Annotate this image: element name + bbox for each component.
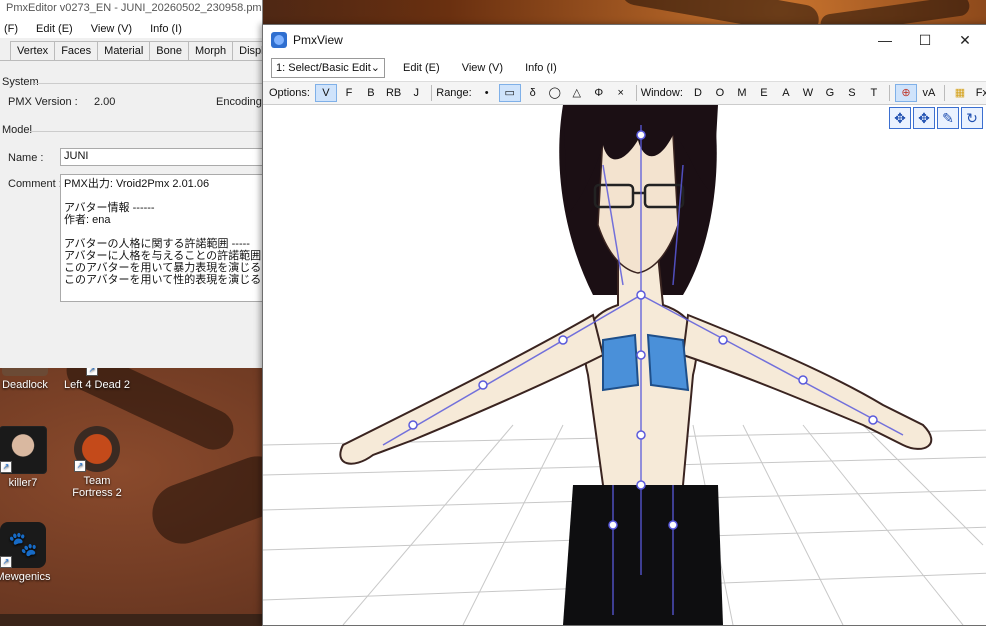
model-top-left [602, 333, 640, 392]
desktop-icon-label: Team Fortress 2 [72, 475, 122, 499]
toolbar-separator [943, 85, 945, 101]
chevron-down-icon: ⌄ [370, 62, 380, 74]
team-fortress-2-icon: ↗ [74, 426, 120, 472]
va-button[interactable]: vA [919, 84, 939, 102]
pmxeditor-title: PmxEditor v0273_EN - JUNI_20260502_23095… [0, 0, 262, 20]
option-joint-button[interactable]: J [406, 84, 426, 102]
crosshair-icon[interactable]: ⊕ [894, 84, 917, 102]
option-vertex-button[interactable]: V [314, 84, 337, 102]
desktop-icon-label: Deadlock [2, 379, 48, 391]
menu-file[interactable]: (F) [4, 23, 18, 35]
menu-edit[interactable]: Edit (E) [36, 23, 73, 35]
menu-info[interactable]: Info (I) [521, 62, 561, 74]
tab-display[interactable]: Display [232, 41, 262, 60]
viewport-scene [263, 105, 986, 625]
comment-label: Comment : [8, 178, 62, 190]
name-label: Name : [8, 152, 44, 164]
system-group-label: System [2, 76, 39, 88]
model-pants [563, 485, 723, 625]
window-d-button[interactable]: D [688, 84, 708, 102]
close-icon[interactable]: ✕ [945, 32, 985, 49]
desktop-icon-left4dead2[interactable]: ↗ Left 4 Dead 2 [62, 364, 132, 391]
toolbar-separator [635, 85, 637, 101]
desktop-icon-killer7[interactable]: ↗ killer7 [0, 426, 58, 489]
option-rigidbody-button[interactable]: RB [383, 84, 404, 102]
pmxview-toolbar: Options: V F B RB J Range: • ▭ δ ◯ △ Φ ×… [263, 81, 986, 105]
range-phi-button[interactable]: Φ [589, 84, 609, 102]
rotate-icon[interactable]: ↻ [961, 107, 983, 129]
desktop-icon-label: Mewgenics [0, 571, 51, 583]
options-label: Options: [269, 87, 310, 99]
window-a-button[interactable]: A [776, 84, 796, 102]
tab-material[interactable]: Material [97, 41, 151, 60]
window-g-button[interactable]: G [820, 84, 840, 102]
window-e-button[interactable]: E [754, 84, 774, 102]
option-bone-button[interactable]: B [361, 84, 381, 102]
pmxeditor-tabs: Vertex Faces Material Bone Morph Display [0, 38, 262, 61]
model-comment-textarea[interactable]: PMX出力: Vroid2Pmx 2.01.06 アバター情報 ------ 作… [60, 174, 262, 302]
desktop-icon-label: killer7 [8, 477, 38, 489]
pmxview-titlebar: PmxView — ☐ ✕ [263, 25, 986, 55]
window-m-button[interactable]: M [732, 84, 752, 102]
fx-button[interactable]: Fx [972, 84, 986, 102]
range-delta-button[interactable]: δ [523, 84, 543, 102]
range-rect-button[interactable]: ▭ [498, 84, 521, 102]
tab-vertex[interactable]: Vertex [10, 41, 56, 60]
grid-color-icon[interactable]: ▦ [950, 84, 970, 102]
divider [34, 83, 262, 84]
pmx-version-value: 2.00 [94, 96, 116, 108]
window-s-button[interactable]: S [842, 84, 862, 102]
range-label: Range: [436, 87, 472, 99]
window-o-button[interactable]: O [710, 84, 730, 102]
pmxeditor-window: PmxEditor v0273_EN - JUNI_20260502_23095… [0, 0, 263, 368]
desktop-icon-team-fortress-2[interactable]: ↗ Team Fortress 2 [62, 426, 132, 499]
range-triangle-button[interactable]: △ [567, 84, 587, 102]
pmx-version-label: PMX Version : [8, 96, 78, 108]
toolbar-separator [431, 85, 433, 101]
desktop-icon-mewgenics[interactable]: 🐾 ↗ Mewgenics [0, 522, 58, 583]
shortcut-arrow-icon: ↗ [0, 461, 12, 473]
range-circle-button[interactable]: ◯ [545, 84, 565, 102]
3d-viewport[interactable]: ✥ ✥ ✎ ↻ [263, 105, 986, 625]
move-model-icon[interactable]: ✥ [913, 107, 935, 129]
option-faces-button[interactable]: F [339, 84, 359, 102]
pen-icon[interactable]: ✎ [937, 107, 959, 129]
shortcut-arrow-icon: ↗ [74, 460, 86, 472]
killer7-icon: ↗ [0, 426, 47, 474]
window-t-button[interactable]: T [864, 84, 884, 102]
range-clear-button[interactable]: × [611, 84, 631, 102]
tab-morph[interactable]: Morph [187, 41, 234, 60]
pmxview-app-icon [271, 32, 287, 48]
menu-view[interactable]: View (V) [91, 23, 132, 35]
window-label: Window: [640, 87, 683, 99]
pmxview-window: PmxView — ☐ ✕ 1: Select/Basic Edit ⌄ Edi… [262, 24, 986, 626]
desktop-icon-label: Left 4 Dead 2 [63, 379, 131, 391]
mode-select-value: 1: Select/Basic Edit [276, 62, 371, 74]
minimize-icon[interactable]: — [865, 32, 905, 48]
menu-edit[interactable]: Edit (E) [399, 62, 444, 74]
encoding-label: Encoding [216, 96, 262, 108]
tab-bone[interactable]: Bone [149, 41, 189, 60]
shortcut-arrow-icon: ↗ [0, 556, 12, 568]
model-name-input[interactable]: JUNI [60, 148, 262, 166]
menu-info[interactable]: Info (I) [150, 23, 182, 35]
model-top-right [646, 333, 690, 392]
pmxview-title: PmxView [293, 33, 343, 47]
range-point-button[interactable]: • [477, 84, 497, 102]
divider [30, 131, 262, 132]
model-group-label: Model [2, 124, 32, 136]
maximize-icon[interactable]: ☐ [905, 32, 945, 49]
window-w-button[interactable]: W [798, 84, 818, 102]
pmxview-menubar: 1: Select/Basic Edit ⌄ Edit (E) View (V)… [263, 55, 986, 81]
tab-faces[interactable]: Faces [54, 41, 99, 60]
paw-icon: 🐾 ↗ [0, 522, 46, 568]
toolbar-separator [888, 85, 890, 101]
menu-view[interactable]: View (V) [458, 62, 507, 74]
move-view-icon[interactable]: ✥ [889, 107, 911, 129]
mode-select[interactable]: 1: Select/Basic Edit ⌄ [271, 58, 385, 78]
viewport-tools: ✥ ✥ ✎ ↻ [889, 107, 983, 129]
pmxeditor-menubar: (F) Edit (E) View (V) Info (I) [0, 20, 262, 38]
